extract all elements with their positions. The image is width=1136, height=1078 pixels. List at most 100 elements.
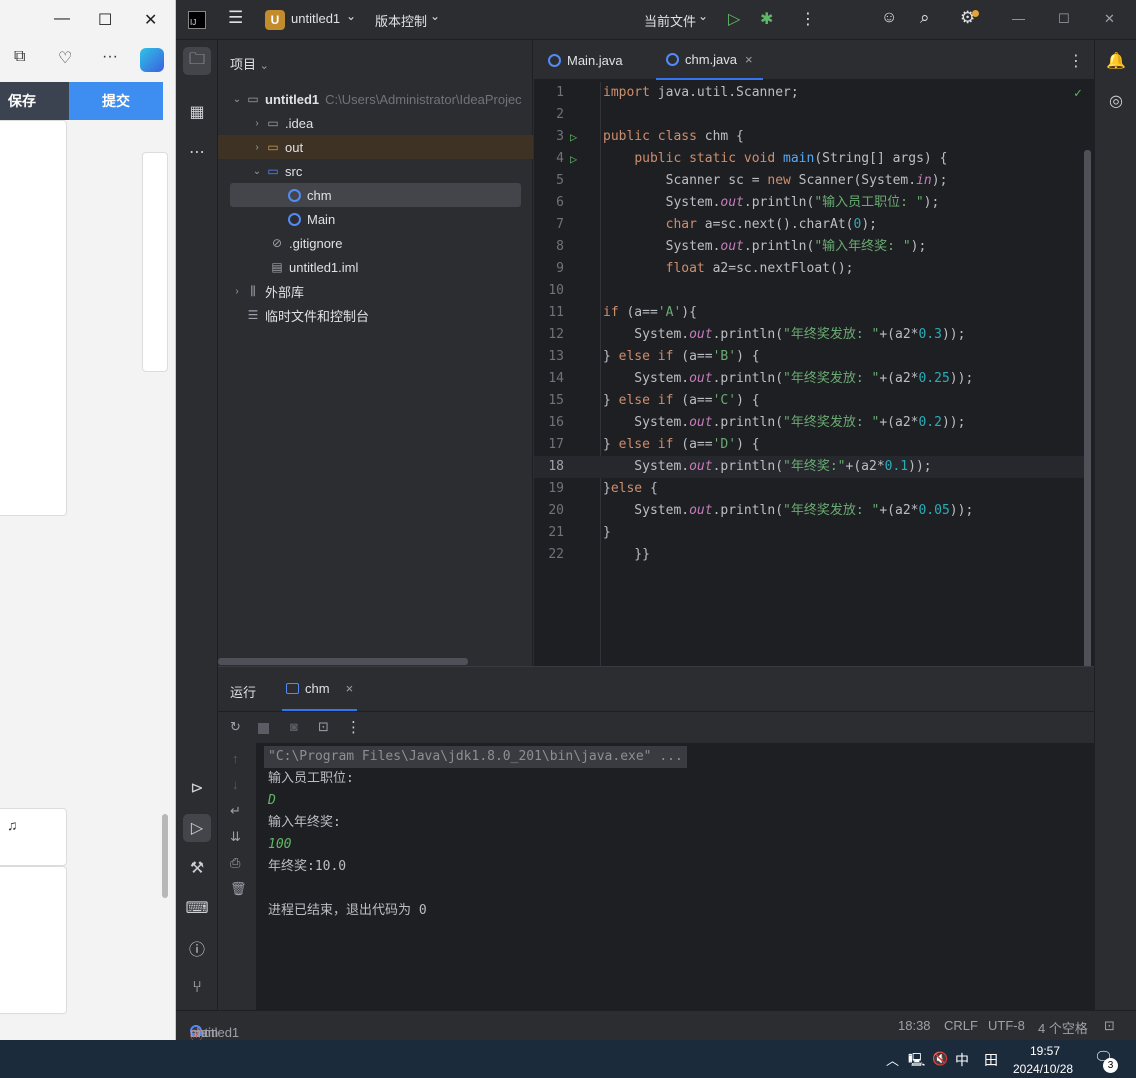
code-line[interactable]: 3 ▷ public class chm { <box>534 126 1086 148</box>
build-icon[interactable]: ⚒ <box>183 854 211 882</box>
line-separator[interactable]: CRLF <box>944 1018 978 1033</box>
code-line[interactable]: 8 System.out.println("输入年终奖: "); <box>534 236 1086 258</box>
code-line[interactable]: 22 }} <box>534 544 1086 566</box>
tree-item-scratches[interactable]: ☰ 临时文件和控制台 <box>218 303 533 327</box>
music-card[interactable]: ♫ <box>0 808 67 866</box>
gutter-run-icon[interactable]: ▷ <box>570 148 577 170</box>
tab-main-java[interactable]: Main.java <box>548 40 623 80</box>
collections-icon[interactable]: ⧉ <box>14 48 25 66</box>
code-line[interactable]: 14 System.out.println("年终奖发放: "+(a2*0.25… <box>534 368 1086 390</box>
project-hscrollbar[interactable] <box>218 658 468 665</box>
arrow-down-icon[interactable]: ↓ <box>232 777 239 792</box>
structure-icon[interactable]: ▦ <box>183 98 211 126</box>
tree-item-chm[interactable]: chm <box>230 183 521 207</box>
chevron-right-icon[interactable]: › <box>250 142 264 153</box>
code-line[interactable]: 20 System.out.println("年终奖发放: "+(a2*0.05… <box>534 500 1086 522</box>
project-panel-title[interactable]: 项目 ⌄ <box>230 54 269 73</box>
trash-icon[interactable]: 🗑 <box>230 881 247 897</box>
close-icon[interactable]: × <box>346 681 354 696</box>
more-vertical-icon[interactable]: ⋮ <box>1068 51 1084 71</box>
add-user-icon[interactable]: ☺ <box>881 9 897 27</box>
code-line[interactable]: 6 System.out.println("输入员工职位: "); <box>534 192 1086 214</box>
clock-time[interactable]: 19:57 <box>1030 1044 1060 1058</box>
intellij-logo-icon[interactable]: IJ <box>188 11 206 29</box>
lock-icon[interactable]: ⊡ <box>1104 1018 1115 1034</box>
code-line[interactable]: 5 Scanner sc = new Scanner(System.in); <box>534 170 1086 192</box>
code-line[interactable]: 17} else if (a=='D') { <box>534 434 1086 456</box>
code-line[interactable]: 10 <box>534 280 1086 302</box>
run-icon[interactable]: ▷ <box>728 9 740 29</box>
more-vertical-icon[interactable]: ⋮ <box>800 9 816 29</box>
chevron-down-icon[interactable]: ⌄ <box>346 9 356 23</box>
ai-assistant-icon[interactable]: ◎ <box>1102 87 1130 115</box>
run-tool-icon[interactable]: ▷ <box>183 814 211 842</box>
indent-setting[interactable]: 4 个空格 <box>1038 1018 1088 1037</box>
more-tools-icon[interactable]: ⋯ <box>183 138 211 166</box>
maximize-button[interactable]: ☐ <box>98 10 112 30</box>
chevron-right-icon[interactable]: › <box>230 286 244 297</box>
stop-icon[interactable] <box>258 723 269 734</box>
chevron-right-icon[interactable]: › <box>250 118 264 129</box>
chevron-down-icon[interactable]: ⌄ <box>430 9 440 23</box>
close-button[interactable]: ✕ <box>1104 11 1115 27</box>
code-line[interactable]: 19}else { <box>534 478 1086 500</box>
chevron-up-icon[interactable]: ︿ <box>886 1050 899 1069</box>
tree-item-out[interactable]: › ▭ out <box>218 135 533 159</box>
code-area[interactable]: ✓ 1 import java.util.Scanner; 2 3 ▷ public cl… <box>534 82 1094 698</box>
editor-vscrollbar[interactable] <box>1084 150 1091 698</box>
caret-position[interactable]: 18:38 <box>898 1018 931 1033</box>
folder-icon[interactable]: 🗀 <box>183 47 211 75</box>
code-line[interactable]: 12 System.out.println("年终奖发放: "+(a2*0.3)… <box>534 324 1086 346</box>
project-name[interactable]: untitled1 <box>291 11 340 26</box>
close-icon[interactable]: × <box>745 52 753 67</box>
minimize-button[interactable]: — <box>1012 11 1025 26</box>
file-encoding[interactable]: UTF-8 <box>988 1018 1025 1033</box>
code-line[interactable]: 16 System.out.println("年终奖发放: "+(a2*0.2)… <box>534 412 1086 434</box>
tree-item-iml[interactable]: ▤ untitled1.iml <box>218 255 533 279</box>
code-editor[interactable]: Main.java chm.java × ⋮ ✓ 1 import java.ut… <box>534 40 1094 698</box>
chevron-down-icon[interactable]: ⌄ <box>230 94 244 105</box>
tree-item-external-libs[interactable]: › ⫼ 外部库 <box>218 279 533 303</box>
code-line[interactable]: 9 float a2=sc.nextFloat(); <box>534 258 1086 280</box>
chevron-down-icon[interactable]: ⌄ <box>698 9 708 23</box>
network-icon[interactable]: 🖳 <box>908 1051 925 1073</box>
tree-root[interactable]: ⌄ ▭ untitled1 C:\Users\Administrator\Ide… <box>218 87 533 111</box>
keyboard-grid-icon[interactable]: 田 <box>984 1050 998 1070</box>
copilot-icon[interactable] <box>140 48 164 72</box>
code-line[interactable]: 15} else if (a=='C') { <box>534 390 1086 412</box>
code-line[interactable]: 4 ▷ public static void main(String[] args… <box>534 148 1086 170</box>
chevron-down-icon[interactable]: ⌄ <box>250 166 264 177</box>
code-line[interactable]: 7 char a=sc.next().charAt(0); <box>534 214 1086 236</box>
code-line[interactable]: 2 <box>534 104 1086 126</box>
close-button[interactable]: ✕ <box>144 10 157 30</box>
tree-item-main[interactable]: Main <box>218 207 533 231</box>
clock-date[interactable]: 2024/10/28 <box>1013 1062 1073 1076</box>
print-icon[interactable]: ⎙ <box>230 855 240 871</box>
search-icon[interactable]: ⌕ <box>920 8 930 28</box>
browser-scrollbar[interactable] <box>162 814 168 898</box>
breadcrumb-item[interactable]: main <box>190 1025 218 1040</box>
restore-layout-icon[interactable]: ⊡ <box>318 719 329 735</box>
notifications-icon[interactable]: 🔔 <box>1102 47 1130 75</box>
terminal-icon[interactable]: ⌨ <box>183 894 211 922</box>
console-output[interactable]: "C:\Program Files\Java\jdk1.8.0_201\bin\… <box>256 743 1094 1011</box>
gutter-run-icon[interactable]: ▷ <box>570 126 577 148</box>
git-icon[interactable]: ⑂ <box>183 974 211 1002</box>
tree-item-src[interactable]: ⌄ ▭ src <box>218 159 533 183</box>
more-vertical-icon[interactable]: ⋮ <box>346 718 361 736</box>
code-line[interactable]: 11 if (a=='A'){ <box>534 302 1086 324</box>
main-menu-icon[interactable]: ☰ <box>228 8 243 28</box>
tab-run-chm[interactable]: chm × <box>282 667 358 711</box>
tab-chm-java[interactable]: chm.java × <box>656 40 763 80</box>
maximize-button[interactable]: ☐ <box>1058 11 1070 27</box>
arrow-up-icon[interactable]: ↑ <box>232 751 239 766</box>
camera-icon[interactable]: ◙ <box>290 719 298 734</box>
code-line[interactable]: 21} <box>534 522 1086 544</box>
volume-mute-icon[interactable]: 🔇 <box>932 1051 948 1067</box>
code-line[interactable]: 13} else if (a=='B') { <box>534 346 1086 368</box>
more-icon[interactable]: ··· <box>102 48 118 66</box>
problems-icon[interactable]: ⓘ <box>183 934 211 962</box>
vcs-menu[interactable]: 版本控制 <box>375 11 427 30</box>
tree-item-idea[interactable]: › ▭ .idea <box>218 111 533 135</box>
submit-button[interactable]: 提交 <box>69 82 163 120</box>
